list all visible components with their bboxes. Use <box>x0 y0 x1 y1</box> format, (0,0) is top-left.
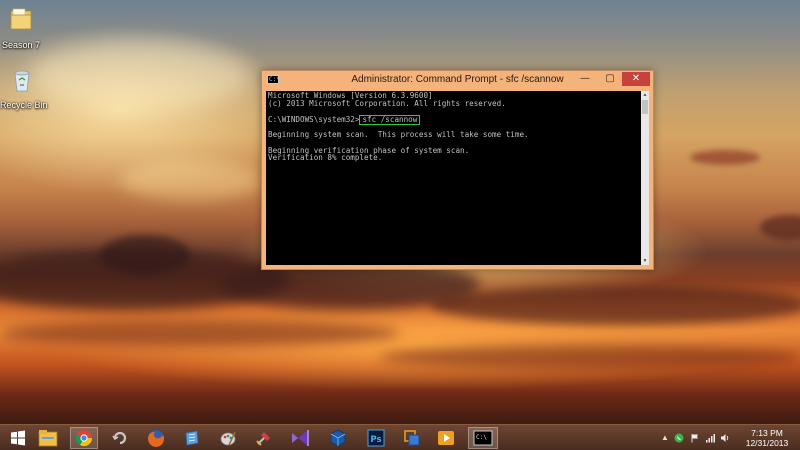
scroll-up-arrow-icon[interactable]: ▲ <box>641 91 649 99</box>
file-explorer-icon <box>38 430 58 447</box>
wallpaper-cloud <box>430 285 800 325</box>
desktop-icon-label: Recycle Bin <box>0 100 48 110</box>
paint-icon <box>220 431 236 446</box>
console-command-line: C:\WINDOWS\system32> sfc /scannow <box>268 115 642 126</box>
desktop-icon-recycle-bin[interactable]: Recycle Bin <box>0 67 48 110</box>
network-icon[interactable] <box>705 433 715 443</box>
clock[interactable]: 7:13 PM 12/31/2013 <box>742 428 792 448</box>
command-prompt-label: C:\ <box>476 434 487 441</box>
recycle-bin-icon <box>14 70 30 92</box>
console-line: (c) 2013 Microsoft Corporation. All righ… <box>268 98 506 108</box>
wallpaper-cloud <box>30 40 250 110</box>
media-player-icon <box>438 431 454 445</box>
maximize-button[interactable]: ▢ <box>599 72 621 86</box>
start-button[interactable] <box>4 427 32 449</box>
taskbar-media-player[interactable] <box>432 427 460 449</box>
loop-app-icon <box>112 431 127 445</box>
console-output[interactable]: Microsoft Windows [Version 6.3.9600] (c)… <box>266 91 644 265</box>
firefox-icon <box>148 430 164 447</box>
show-hidden-icons-icon[interactable]: ▲ <box>660 433 670 443</box>
wallpaper-cloud <box>690 150 760 165</box>
photoshop-icon: Ps <box>367 429 385 447</box>
taskbar: Ps C:\ ▲ 7:13 PM 12/31/2013 <box>0 424 800 450</box>
scroll-down-arrow-icon[interactable]: ▼ <box>641 257 649 265</box>
wallpaper-cloud <box>100 235 190 275</box>
command-prompt-icon: C:\ <box>473 430 493 446</box>
taskbar-paint[interactable] <box>214 427 242 449</box>
console-line: Beginning system scan. This process will… <box>268 129 529 139</box>
scrollbar-thumb[interactable] <box>642 100 648 114</box>
whatsapp-icon[interactable] <box>674 433 684 443</box>
chrome-icon <box>75 430 93 447</box>
folder-icon <box>10 8 32 30</box>
taskbar-tools[interactable] <box>250 427 278 449</box>
console-prompt: C:\WINDOWS\system32> <box>268 115 360 125</box>
windows-start-icon <box>11 430 25 446</box>
taskbar-blue-app[interactable] <box>178 427 206 449</box>
blue-app-icon <box>185 430 199 446</box>
photoshop-label: Ps <box>370 435 381 445</box>
clock-date: 12/31/2013 <box>745 438 789 448</box>
tools-icon <box>256 432 270 446</box>
taskbar-virtualbox[interactable] <box>324 427 352 449</box>
vertical-scrollbar[interactable]: ▲ ▼ <box>641 91 649 265</box>
virtualbox-icon <box>330 429 346 447</box>
desktop: Season 7 Recycle Bin C:\ Administrator: … <box>0 0 800 424</box>
taskbar-visual-studio[interactable] <box>286 427 314 449</box>
window-titlebar[interactable]: C:\ Administrator: Command Prompt - sfc … <box>262 71 653 89</box>
wallpaper-cloud <box>380 345 800 369</box>
taskbar-command-prompt[interactable]: C:\ <box>468 427 498 449</box>
minimize-button[interactable]: — <box>574 72 596 86</box>
system-tray: ▲ 7:13 PM 12/31/2013 <box>650 425 800 450</box>
vmware-icon <box>404 430 420 446</box>
desktop-icon-season-7[interactable]: Season 7 <box>0 7 43 50</box>
wallpaper-cloud <box>760 215 800 240</box>
visual-studio-icon <box>292 430 309 446</box>
taskbar-vmware[interactable] <box>398 427 426 449</box>
highlighted-command: sfc /scannow <box>359 115 421 126</box>
taskbar-loop-app[interactable] <box>106 427 134 449</box>
clock-time: 7:13 PM <box>751 428 783 438</box>
close-button[interactable]: ✕ <box>622 72 650 86</box>
console-line: Verification 8% complete. <box>268 153 383 163</box>
taskbar-file-explorer[interactable] <box>34 427 62 449</box>
desktop-icon-label: Season 7 <box>1 40 41 50</box>
taskbar-firefox[interactable] <box>142 427 170 449</box>
command-prompt-window[interactable]: C:\ Administrator: Command Prompt - sfc … <box>261 70 654 270</box>
wallpaper-cloud <box>120 160 260 200</box>
wallpaper-cloud <box>0 320 400 346</box>
taskbar-chrome[interactable] <box>70 427 98 449</box>
taskbar-photoshop[interactable]: Ps <box>362 427 390 449</box>
action-center-flag-icon[interactable] <box>690 433 700 443</box>
volume-icon[interactable] <box>720 433 730 443</box>
